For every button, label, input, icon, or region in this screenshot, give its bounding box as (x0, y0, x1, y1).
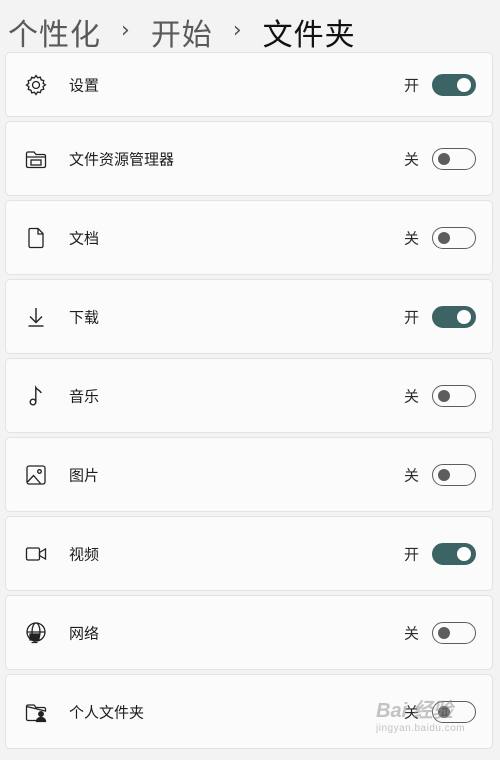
music-toggle[interactable] (432, 384, 476, 407)
chevron-right-icon: › (232, 17, 243, 43)
toggle-knob (457, 546, 471, 561)
folder-label: 下载 (69, 308, 100, 326)
picture-icon (22, 461, 50, 489)
folder-row-music: 音乐 关 (5, 358, 493, 433)
folder-row-videos: 视频 开 (5, 516, 493, 591)
watermark-sub: jingyan.baidu.com (376, 723, 466, 734)
folder-row-file-explorer: 文件资源管理器 关 (5, 121, 493, 196)
watermark-main: Bai 经验 (376, 700, 453, 722)
toggle-knob (457, 77, 471, 92)
file-explorer-icon (22, 145, 50, 173)
toggle-state-text: 关 (404, 229, 420, 247)
toggle-knob (438, 626, 450, 639)
folder-row-downloads: 下载 开 (5, 279, 493, 354)
folder-label: 图片 (69, 466, 100, 484)
folder-row-pictures: 图片 关 (5, 437, 493, 512)
toggle-state-text: 开 (404, 76, 420, 94)
personal-folder-icon (22, 698, 50, 726)
chevron-right-icon: › (121, 17, 131, 43)
folder-row-documents: 文档 关 (5, 200, 493, 275)
documents-toggle[interactable] (432, 226, 476, 249)
page-title: 文件夹 (262, 18, 356, 53)
watermark-logo: Bai 经验 jingyan.baidu.com (376, 694, 465, 734)
settings-toggle[interactable] (432, 73, 476, 96)
toggle-state-text: 开 (404, 308, 420, 326)
folder-label: 网络 (69, 624, 100, 642)
folder-row-settings: 设置 开 (5, 52, 493, 117)
toggle-state-text: 开 (404, 545, 420, 563)
document-icon (22, 224, 50, 252)
folder-label: 个人文件夹 (69, 703, 145, 721)
toggle-knob (438, 231, 450, 244)
videos-toggle[interactable] (432, 542, 476, 565)
folder-label: 音乐 (69, 387, 100, 405)
downloads-toggle[interactable] (432, 305, 476, 328)
toggle-state-text: 关 (404, 624, 420, 642)
toggle-knob (438, 389, 450, 402)
gear-icon (22, 71, 50, 99)
download-icon (22, 303, 50, 331)
breadcrumb-item-personalization[interactable]: 个性化 (8, 10, 101, 54)
toggle-state-text: 关 (404, 150, 420, 168)
toggle-knob (438, 152, 450, 165)
toggle-state-text: 关 (404, 466, 420, 484)
folder-label: 视频 (69, 545, 100, 563)
network-toggle[interactable] (432, 621, 476, 644)
folder-row-network: 网络 关 (5, 595, 493, 670)
toggle-knob (457, 309, 471, 324)
folder-label: 文件资源管理器 (69, 150, 175, 168)
toggle-state-text: 关 (404, 387, 420, 405)
file-explorer-toggle[interactable] (432, 147, 476, 170)
breadcrumb-item-start[interactable]: 开始 (151, 10, 213, 54)
video-camera-icon (22, 540, 50, 568)
toggle-knob (438, 468, 450, 481)
folder-label: 设置 (69, 76, 100, 94)
pictures-toggle[interactable] (432, 463, 476, 486)
folder-label: 文档 (69, 229, 100, 247)
music-note-icon (22, 382, 50, 410)
network-globe-icon (22, 619, 50, 647)
